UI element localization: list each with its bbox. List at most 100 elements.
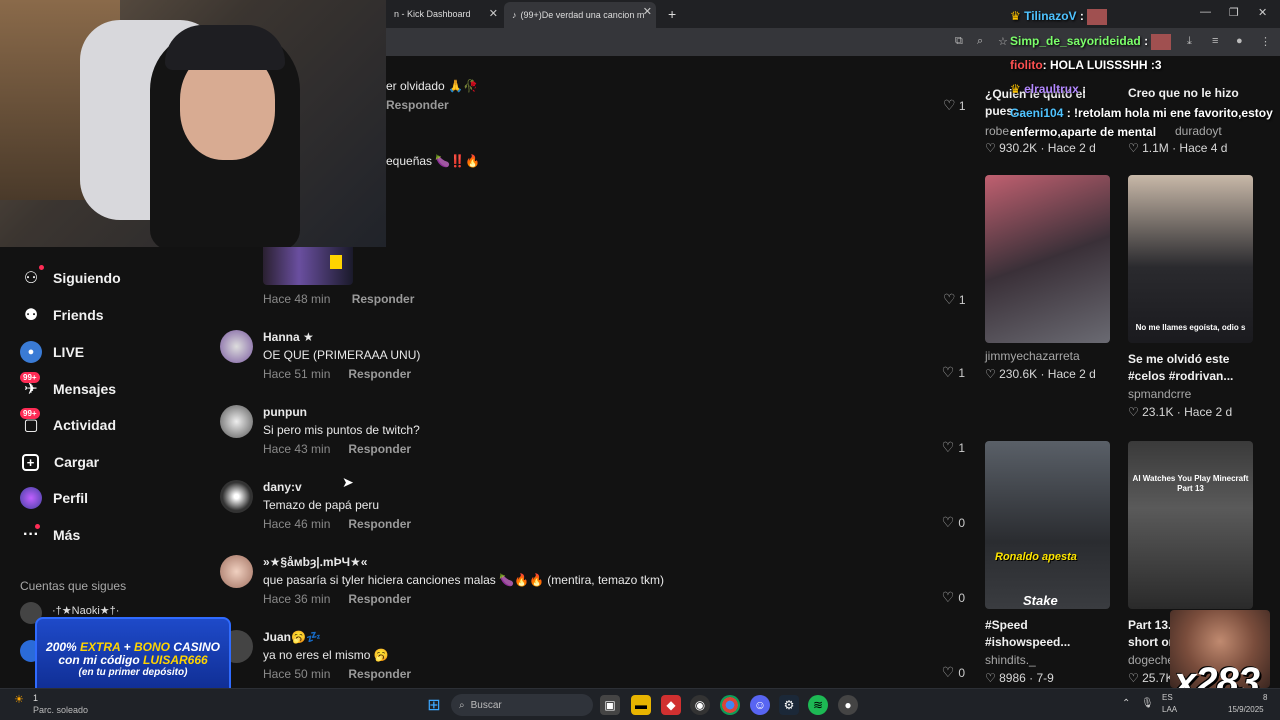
reply-button[interactable]: Responder (348, 592, 411, 606)
video-thumbnail[interactable]: Ronaldo apesta Stake (985, 441, 1110, 609)
tab-title: (99+)De verdad una cancion m (520, 10, 645, 20)
sidebar-item-siguiendo[interactable]: ⚇ Siguiendo (20, 265, 121, 290)
video-thumbnail[interactable]: No me llames egoísta, odio s (1128, 175, 1253, 343)
video-title[interactable]: Creo que no le hizo (1128, 86, 1239, 100)
like-count[interactable]: ♡ 1 (943, 291, 966, 308)
sidebar-item-friends[interactable]: ⚉ Friends (20, 303, 104, 327)
file-explorer-icon[interactable]: ▬ (631, 695, 651, 715)
comment-username[interactable]: dany:v (263, 480, 302, 494)
windows-taskbar: ☀ 1 Parc. soleado ⊞ ⌕ Buscar ▣ ▬ ◆ ◉ ☺ ⚙… (0, 688, 1280, 720)
reply-button[interactable]: Responder (386, 98, 449, 112)
like-button[interactable]: ♡ 0 (942, 589, 965, 606)
sidebar-item-live[interactable]: ● LIVE (20, 340, 84, 364)
video-thumbnail[interactable] (985, 175, 1110, 343)
avatar[interactable] (220, 555, 253, 588)
windows-start-icon[interactable]: ⊞ (424, 695, 444, 715)
reply-button[interactable]: Responder (348, 517, 411, 531)
video-title[interactable]: Se me olvidó este #celos #rodrivan... (1128, 351, 1253, 385)
comment-meta: Hace 46 min Responder (263, 517, 411, 531)
app-icon[interactable]: ◆ (661, 695, 681, 715)
cast-icon[interactable]: ⧉ (955, 35, 963, 48)
sidebar-item-actividad[interactable]: ▢ 99+ Actividad (20, 408, 116, 437)
comment-username[interactable]: Hanna ★ (263, 330, 314, 344)
messages-icon: ✈ 99+ (20, 372, 42, 400)
sidebar-item-perfil[interactable]: Perfil (20, 486, 88, 510)
zoom-icon[interactable]: ⌕ (977, 35, 983, 48)
comment-text: Si pero mis puntos de twitch? (263, 423, 420, 437)
clock-time[interactable]: 8 (1263, 693, 1267, 702)
video-author[interactable]: jimmyechazarreta (985, 349, 1110, 363)
comment-username[interactable]: »★§åмbȝ|.mÞЧ★« (263, 555, 367, 569)
promo-text: con mi código (58, 653, 143, 667)
chrome-icon[interactable] (720, 695, 740, 715)
comment-time: Hace 50 min (263, 667, 331, 681)
heart-icon: ♡ (941, 589, 955, 605)
video-author[interactable]: shindits._ (985, 653, 1110, 667)
like-button[interactable]: ♡ 1 (942, 439, 965, 456)
like-button[interactable]: ♡ 0 (942, 514, 965, 531)
tiktok-icon: ♪ (512, 10, 517, 20)
like-button[interactable]: ♡ 0 (942, 664, 965, 681)
tab-kick-dashboard[interactable]: n - Kick Dashboard ✕ (386, 4, 502, 24)
sidebar-item-label: Más (53, 527, 81, 543)
avatar[interactable] (220, 405, 253, 438)
sidebar-item-cargar[interactable]: + Cargar (20, 450, 99, 474)
spotify-icon[interactable]: ≋ (808, 695, 828, 715)
video-title[interactable]: #Speed #ishowspeed... (985, 617, 1110, 651)
comment-username[interactable]: Juan🥱💤 (263, 630, 321, 644)
video-thumbnail[interactable]: AI Watches You Play Minecraft Part 13 (1128, 441, 1253, 609)
video-author[interactable]: spmandcrre (1128, 387, 1253, 401)
video-stats: ♡ 1.1M · Hace 4 d (1128, 141, 1227, 155)
clock-date[interactable]: 15/9/2025 (1228, 705, 1264, 714)
bookmark-star-icon[interactable]: ☆ (998, 35, 1008, 48)
minimize-icon[interactable]: — (1200, 6, 1211, 18)
discord-icon[interactable]: ☺ (750, 695, 770, 715)
task-view-icon[interactable]: ▣ (600, 695, 620, 715)
sidebar-item-mas[interactable]: ··· Más (20, 523, 80, 547)
video-card[interactable]: No me llames egoísta, odio s Se me olvid… (1128, 175, 1253, 419)
close-icon[interactable]: ✕ (643, 5, 652, 18)
like-count[interactable]: ♡ 1 (943, 97, 966, 114)
sidebar-item-mensajes[interactable]: ✈ 99+ Mensajes (20, 372, 116, 401)
bookmark-icon (330, 255, 342, 269)
comment-sticker-image[interactable] (263, 247, 353, 285)
kebab-menu-icon[interactable]: ⋮ (1260, 35, 1271, 48)
microphone-icon[interactable]: 🎙 (1141, 698, 1154, 709)
taskbar-search[interactable]: ⌕ Buscar (451, 694, 593, 716)
maximize-icon[interactable]: ❐ (1229, 6, 1239, 19)
reply-button[interactable]: Responder (352, 292, 415, 306)
menu-list-icon[interactable]: ≡ (1212, 35, 1218, 47)
reply-button[interactable]: Responder (348, 667, 411, 681)
reply-button[interactable]: Responder (348, 367, 411, 381)
following-icon: ⚇ (20, 265, 44, 289)
chevron-up-icon[interactable]: ⌃ (1122, 698, 1130, 709)
comment-username[interactable]: punpun (263, 405, 307, 419)
close-icon[interactable]: ✕ (489, 7, 498, 20)
new-tab-button[interactable]: + (660, 4, 680, 24)
profile-avatar-icon[interactable]: ● (1236, 35, 1243, 47)
language-indicator[interactable]: ES (1162, 693, 1173, 702)
close-window-icon[interactable]: ✕ (1258, 6, 1267, 19)
video-card[interactable]: Ronaldo apesta Stake #Speed #ishowspeed.… (985, 441, 1110, 685)
comment-time: Hace 48 min (263, 292, 331, 306)
avatar[interactable] (220, 330, 253, 363)
notification-badge: 99+ (20, 372, 40, 383)
video-stats-text: 23.1K · Hace 2 d (1142, 405, 1233, 419)
following-account-name[interactable]: ·†★Naoki★†· (52, 604, 119, 617)
weather-icon[interactable]: ☀ (14, 693, 24, 706)
reply-button[interactable]: Responder (348, 442, 411, 456)
download-icon[interactable]: ⤓ (1187, 35, 1192, 48)
profile-icon (20, 487, 42, 509)
avatar[interactable] (220, 480, 253, 513)
app-icon[interactable]: ◉ (690, 695, 710, 715)
heart-icon: ♡ (941, 439, 955, 455)
language-indicator[interactable]: LAA (1162, 705, 1177, 714)
app-icon[interactable]: ● (838, 695, 858, 715)
like-button[interactable]: ♡ 1 (942, 364, 965, 381)
tab-tiktok[interactable]: ♪ (99+)De verdad una cancion m ✕ (504, 2, 656, 28)
video-author[interactable]: duradoyt (1175, 124, 1222, 138)
video-card[interactable]: jimmyechazarreta ♡ 230.6K · Hace 2 d (985, 175, 1110, 381)
mouse-cursor-icon: ➤ (342, 474, 354, 490)
comment-time: Hace 36 min (263, 592, 331, 606)
steam-icon[interactable]: ⚙ (779, 695, 799, 715)
